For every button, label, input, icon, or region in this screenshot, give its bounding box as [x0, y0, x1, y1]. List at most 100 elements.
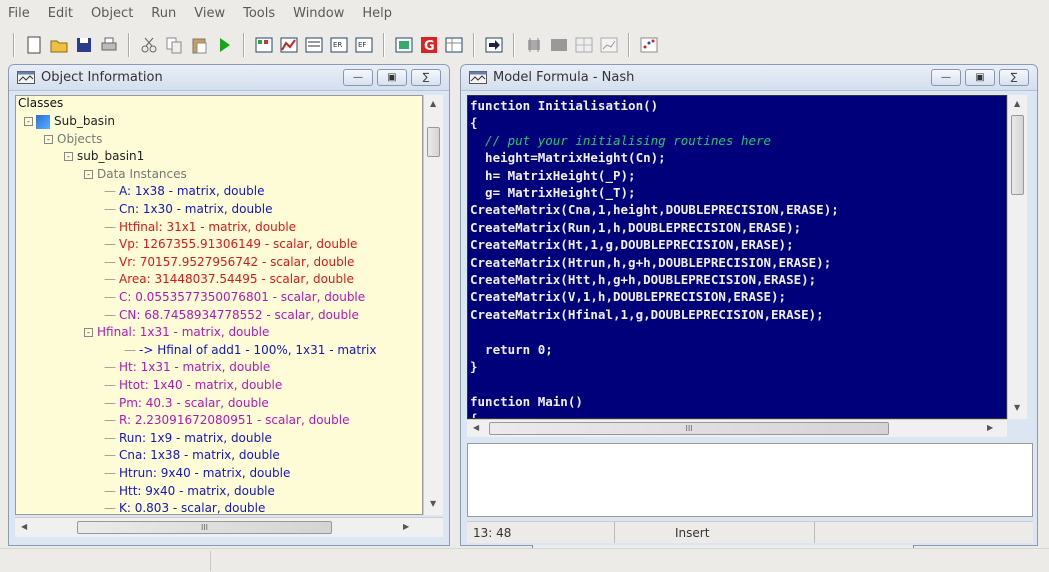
close-icon: ∑ — [1010, 72, 1018, 83]
chip-icon — [528, 38, 540, 52]
restore-button[interactable]: ▣ — [377, 69, 407, 86]
copy-button[interactable] — [163, 34, 185, 56]
tree-node[interactable]: — Run: 1x9 - matrix, double — [104, 431, 272, 445]
scroll-left-icon[interactable]: ◀ — [21, 522, 27, 531]
tree-vertical-scrollbar[interactable]: ▲ ▼ — [423, 95, 443, 515]
edit-data-icon — [305, 37, 323, 53]
scatter-button[interactable] — [638, 34, 660, 56]
tree-node[interactable]: — Cn: 1x30 - matrix, double — [104, 202, 272, 216]
open-folder-button[interactable] — [48, 34, 70, 56]
tree-node[interactable]: — A: 1x38 - matrix, double — [104, 184, 264, 198]
scroll-up-icon[interactable]: ▲ — [1014, 99, 1020, 108]
scroll-thumb[interactable] — [1011, 115, 1024, 195]
arrow-right-icon — [485, 37, 503, 53]
menu-object[interactable]: Object — [91, 6, 133, 21]
tree-node-label: A: 1x38 - matrix, double — [119, 184, 265, 199]
run-button[interactable] — [213, 34, 235, 56]
tree-node[interactable]: — CN: 68.7458934778552 - scalar, double — [104, 308, 359, 322]
tree-node[interactable]: — Cna: 1x38 - matrix, double — [104, 448, 280, 462]
code-line: h= MatrixHeight(_P); — [470, 167, 636, 183]
tree-node-label: Vr: 70157.9527956742 - scalar, double — [119, 254, 355, 269]
cut-button[interactable] — [138, 34, 160, 56]
scroll-thumb[interactable]: III — [77, 521, 332, 534]
class-tree[interactable]: Classes - Sub_basin - Objects - sub_basin1- Da… — [15, 95, 423, 515]
tree-node[interactable]: - Objects — [44, 132, 102, 146]
collapse-icon[interactable]: - — [84, 328, 93, 338]
collapse-icon[interactable]: - — [44, 134, 53, 144]
minimize-button[interactable]: — — [931, 69, 961, 86]
tree-node[interactable]: — Htot: 1x40 - matrix, double — [104, 378, 282, 392]
tree-node[interactable]: - Sub_basin — [24, 114, 115, 129]
model-formula-titlebar[interactable]: Model Formula - Nash — ▣ ∑ — [461, 65, 1037, 91]
tree-node[interactable]: — Pm: 40.3 - scalar, double — [104, 396, 269, 410]
scroll-thumb[interactable]: III — [489, 422, 889, 435]
plot-button[interactable] — [598, 34, 620, 56]
tree-node-label: Objects — [57, 131, 103, 146]
tree-horizontal-scrollbar[interactable]: ◀ III ▶ — [15, 517, 443, 537]
menu-file[interactable]: File — [8, 6, 30, 21]
tree-node[interactable]: — K: 0.803 - scalar, double — [104, 501, 265, 514]
minimize-button[interactable]: — — [343, 69, 373, 86]
menu-view[interactable]: View — [194, 6, 225, 21]
scroll-thumb[interactable] — [427, 127, 440, 157]
scroll-down-icon[interactable]: ▼ — [1014, 403, 1020, 412]
collapse-icon[interactable]: - — [84, 169, 93, 179]
tree-node[interactable]: — Vr: 70157.9527956742 - scalar, double — [104, 255, 354, 269]
tree-node[interactable]: — Htfinal: 31x1 - matrix, double — [104, 220, 296, 234]
menu-edit[interactable]: Edit — [48, 6, 73, 21]
restore-button[interactable]: ▣ — [965, 69, 995, 86]
tree-node[interactable]: — Htrun: 9x40 - matrix, double — [104, 466, 290, 480]
close-button[interactable]: ∑ — [999, 69, 1029, 86]
data-import-button[interactable]: ER — [328, 34, 350, 56]
collapse-icon[interactable]: - — [24, 117, 33, 126]
tree-node[interactable]: - sub_basin1 — [64, 149, 144, 163]
tree-node[interactable]: - Hfinal: 1x31 - matrix, double — [84, 325, 269, 339]
scroll-up-icon[interactable]: ▲ — [430, 99, 436, 108]
collapse-icon[interactable]: - — [64, 152, 73, 162]
menu-tools[interactable]: Tools — [243, 6, 275, 21]
data-export-button[interactable]: EF — [353, 34, 375, 56]
table-button[interactable] — [443, 34, 465, 56]
code-horizontal-scrollbar[interactable]: ◀ III ▶ — [467, 419, 1007, 437]
graph-g-button[interactable]: G — [418, 34, 440, 56]
matrix-view-button[interactable] — [253, 34, 275, 56]
chip-button[interactable] — [523, 34, 545, 56]
menu-run[interactable]: Run — [151, 6, 176, 21]
scroll-right-icon[interactable]: ▶ — [987, 423, 993, 432]
menu-window[interactable]: Window — [293, 6, 344, 21]
scroll-right-icon[interactable]: ▶ — [403, 522, 409, 531]
tree-node[interactable]: — C: 0.0553577350076801 - scalar, double — [104, 290, 365, 304]
code-line: CreateMatrix(Run,1,h,DOUBLEPRECISION,ERA… — [470, 219, 802, 235]
close-button[interactable]: ∑ — [411, 69, 441, 86]
code-editor[interactable]: function Initialisation() { // put your i… — [467, 95, 1007, 419]
tree-node[interactable]: — R: 2.23091672080951 - scalar, double — [104, 413, 349, 427]
object-information-titlebar[interactable]: Object Information — ▣ ∑ — [9, 65, 449, 91]
code-line: function Initialisation() — [470, 98, 659, 113]
panel-button[interactable] — [548, 34, 570, 56]
tree-node[interactable]: — -> Hfinal of add1 - 100%, 1x31 - matrix — [124, 343, 376, 357]
menu-help[interactable]: Help — [362, 6, 392, 21]
code-line: CreateMatrix(Htt,h,g+h,DOUBLEPRECISION,E… — [470, 272, 817, 287]
output-pane[interactable] — [467, 443, 1033, 517]
grid-button[interactable] — [573, 34, 595, 56]
code-line: return 0; — [470, 341, 553, 357]
scroll-down-icon[interactable]: ▼ — [430, 499, 436, 508]
edit-data-button[interactable] — [303, 34, 325, 56]
tree-node[interactable]: — Ht: 1x31 - matrix, double — [104, 360, 270, 374]
print-button[interactable] — [98, 34, 120, 56]
open-folder-icon — [50, 40, 68, 53]
chart-button[interactable] — [278, 34, 300, 56]
save-button[interactable] — [73, 34, 95, 56]
scroll-left-icon[interactable]: ◀ — [473, 423, 479, 432]
tree-node[interactable]: — Area: 31448037.54495 - scalar, double — [104, 272, 354, 286]
code-vertical-scrollbar[interactable]: ▲ ▼ — [1007, 95, 1027, 419]
code-line: // put your initialising routines here — [470, 132, 772, 148]
paste-button[interactable] — [188, 34, 210, 56]
new-file-button[interactable] — [23, 34, 45, 56]
formula-button[interactable] — [393, 34, 415, 56]
data-export-icon: EF — [355, 37, 373, 53]
arrow-right-button[interactable] — [483, 34, 505, 56]
tree-node[interactable]: — Vp: 1267355.91306149 - scalar, double — [104, 237, 357, 251]
tree-node[interactable]: - Data Instances — [84, 167, 187, 181]
tree-node[interactable]: — Htt: 9x40 - matrix, double — [104, 484, 275, 498]
